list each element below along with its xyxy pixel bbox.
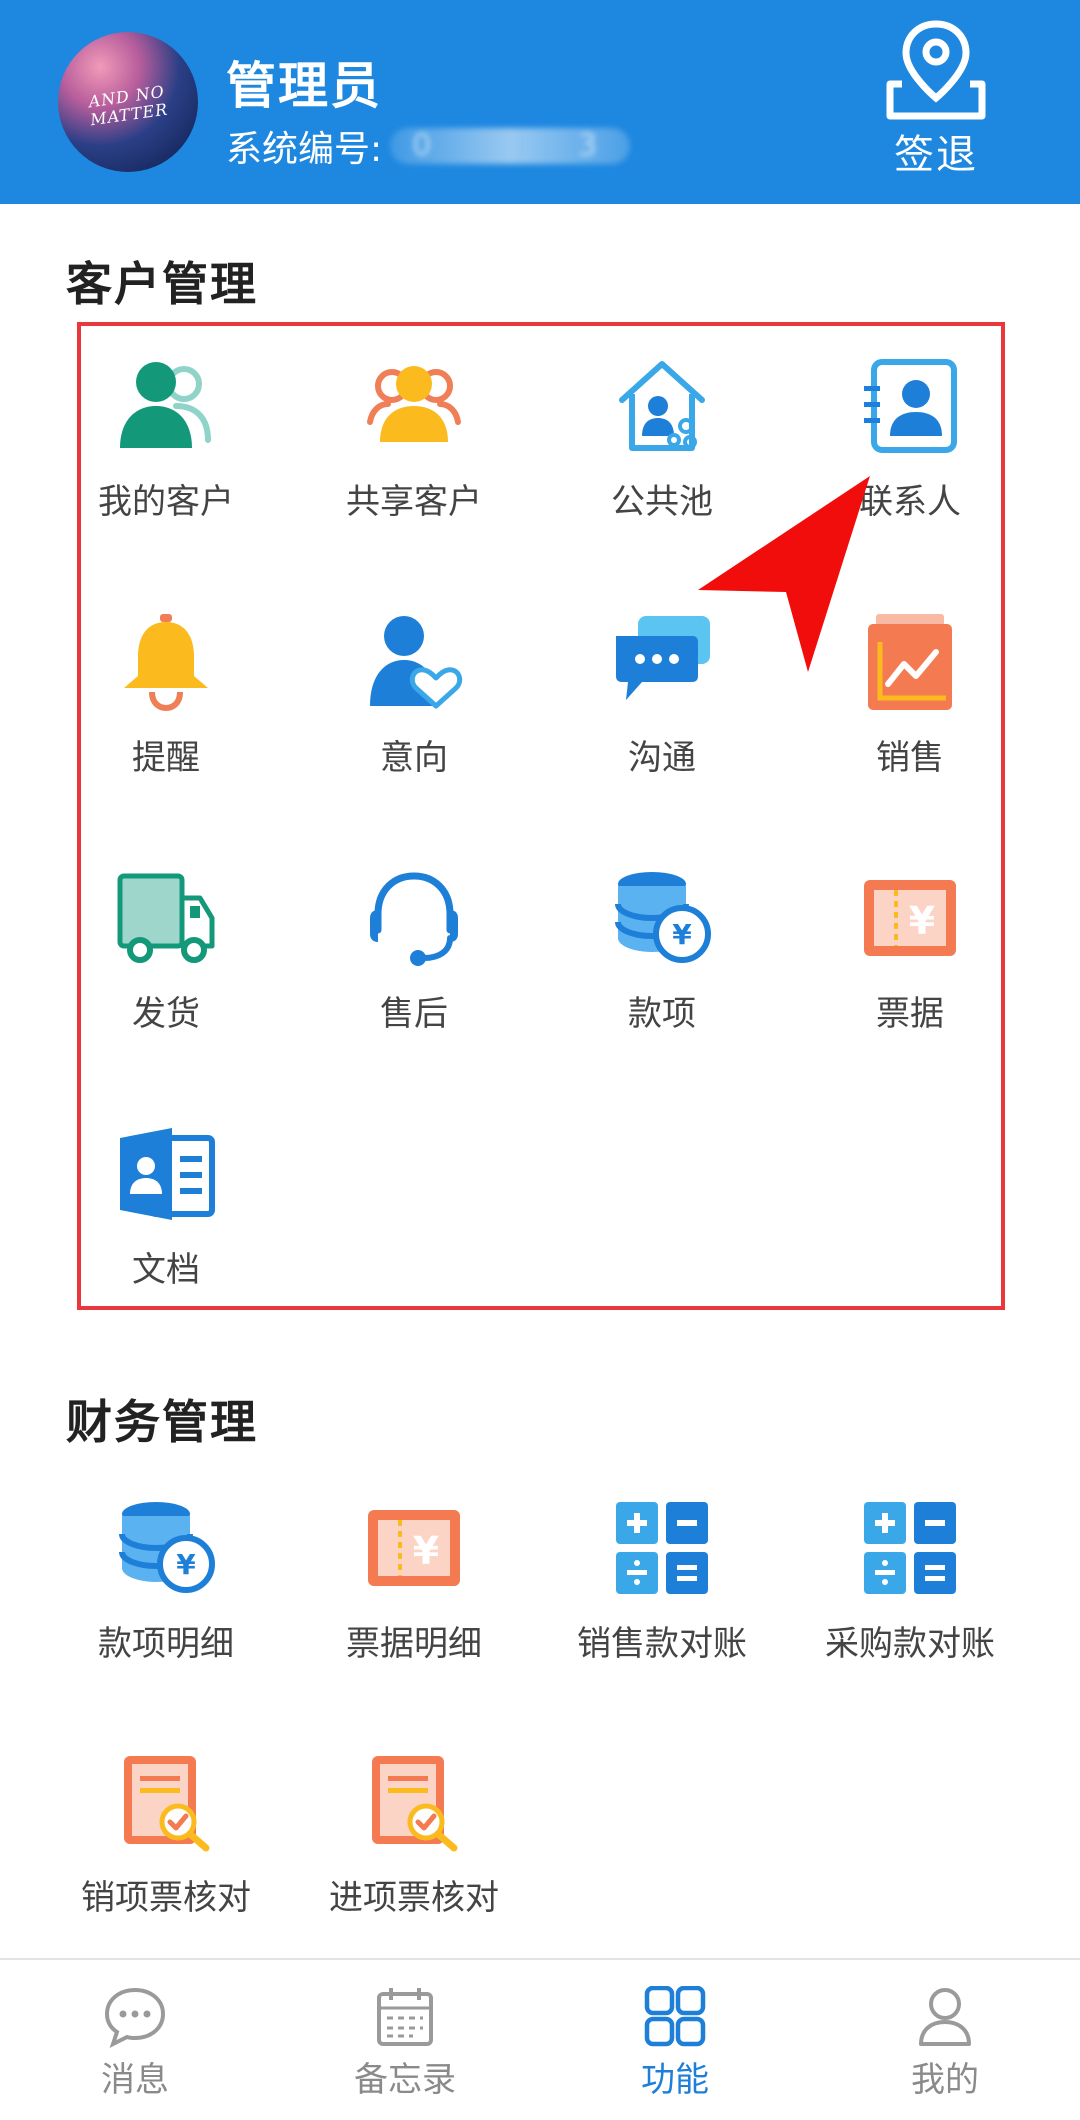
nav-label: 备忘录 (354, 2060, 456, 2100)
document-icon (120, 1128, 215, 1220)
bell-icon (124, 614, 208, 712)
avatar[interactable]: AND NO MATTER (58, 32, 198, 172)
svg-text:¥: ¥ (672, 918, 692, 951)
public-pool-icon (619, 361, 705, 451)
grid-item-label: 文档 (132, 1250, 200, 1290)
grid-item-output-invoice-check[interactable]: 销项票核对 (42, 1752, 290, 1919)
grid-item-label: 款项 (628, 994, 696, 1034)
grid-item-reminder[interactable]: 提醒 (42, 612, 290, 779)
grid-item-my-customers[interactable]: 我的客户 (42, 356, 290, 523)
svg-text:¥: ¥ (176, 1548, 196, 1581)
grid-item-label: 进项票核对 (329, 1878, 499, 1918)
intention-icon (370, 616, 463, 709)
nav-item-mine[interactable]: 我的 (810, 1960, 1080, 2120)
grid-item-label: 票据明细 (346, 1624, 482, 1664)
invoice-check-icon (124, 1756, 210, 1852)
logout-button[interactable]: 签退 (880, 18, 992, 178)
grid-item-label: 共享客户 (346, 482, 482, 522)
grid-item-label: 款项明细 (98, 1624, 234, 1664)
grid-item-label: 采购款对账 (825, 1624, 995, 1664)
sysno-end-digit: 3 (578, 128, 598, 163)
svg-text:¥: ¥ (413, 1529, 439, 1573)
grid-item-payment-details[interactable]: ¥ 款项明细 (42, 1498, 290, 1665)
calculator-icon (616, 1502, 708, 1594)
grid-item-sales-reconciliation[interactable]: 销售款对账 (538, 1498, 786, 1665)
coins-yen-icon: ¥ (615, 872, 711, 963)
nav-label: 消息 (101, 2060, 169, 2100)
grid-item-label: 销售 (876, 738, 944, 778)
customer-section-title: 客户管理 (66, 257, 258, 311)
grid-item-payments[interactable]: ¥ 款项 (538, 868, 786, 1035)
grid-item-after-sales[interactable]: 售后 (290, 868, 538, 1035)
shared-customers-icon (367, 366, 461, 442)
calendar-icon (377, 1988, 433, 2046)
header-bar: AND NO MATTER 管理员 系统编号: 0 3 签退 (0, 0, 1080, 204)
truck-icon (117, 873, 215, 963)
grid-item-documents[interactable]: 文档 (42, 1124, 290, 1291)
grid-icon (644, 1986, 706, 2047)
message-icon (104, 1987, 166, 2048)
nav-item-functions[interactable]: 功能 (540, 1960, 810, 2120)
user-name: 管理员 (226, 57, 382, 115)
grid-item-label: 沟通 (628, 738, 696, 778)
grid-item-label: 意向 (380, 738, 448, 778)
avatar-text: AND NO MATTER (58, 78, 198, 133)
coins-yen-icon: ¥ (119, 1502, 215, 1593)
ticket-yen-icon: ¥ (864, 880, 956, 956)
grid-item-label: 提醒 (132, 738, 200, 778)
grid-item-bill-details[interactable]: ¥ 票据明细 (290, 1498, 538, 1665)
grid-item-shipment[interactable]: 发货 (42, 868, 290, 1035)
grid-item-shared-customers[interactable]: 共享客户 (290, 356, 538, 523)
user-icon (919, 1988, 971, 2046)
calculator-icon (864, 1502, 956, 1594)
sysno-start-digit: 0 (412, 128, 432, 163)
system-number-value-blurred: 0 3 (390, 128, 631, 164)
finance-section-title: 财务管理 (66, 1395, 258, 1449)
ticket-yen-icon: ¥ (368, 1510, 460, 1586)
grid-item-input-invoice-check[interactable]: 进项票核对 (290, 1752, 538, 1919)
system-number: 系统编号: 0 3 (226, 120, 631, 172)
system-number-label: 系统编号: (226, 129, 383, 170)
my-customers-icon (120, 362, 211, 448)
grid-item-label: 销售款对账 (577, 1624, 747, 1664)
bottom-nav: 消息 备忘录 功能 我的 (0, 1958, 1080, 2120)
svg-text:¥: ¥ (909, 899, 935, 943)
logout-label: 签退 (894, 132, 978, 178)
nav-item-memo[interactable]: 备忘录 (270, 1960, 540, 2120)
grid-item-label: 售后 (380, 994, 448, 1034)
headset-icon (370, 872, 458, 966)
location-pin-icon (886, 20, 986, 120)
grid-item-label: 发货 (132, 994, 200, 1034)
grid-item-label: 票据 (876, 994, 944, 1034)
red-arrow-annotation (698, 476, 870, 672)
grid-item-intention[interactable]: 意向 (290, 612, 538, 779)
grid-item-label: 销项票核对 (81, 1878, 251, 1918)
grid-item-label: 我的客户 (98, 482, 234, 522)
nav-item-messages[interactable]: 消息 (0, 1960, 270, 2120)
contacts-icon (864, 359, 957, 453)
invoice-check-icon (372, 1756, 458, 1852)
nav-label: 我的 (911, 2060, 979, 2100)
nav-label: 功能 (641, 2060, 709, 2100)
grid-item-bills[interactable]: ¥ 票据 (786, 868, 1034, 1035)
grid-item-purchase-reconciliation[interactable]: 采购款对账 (786, 1498, 1034, 1665)
